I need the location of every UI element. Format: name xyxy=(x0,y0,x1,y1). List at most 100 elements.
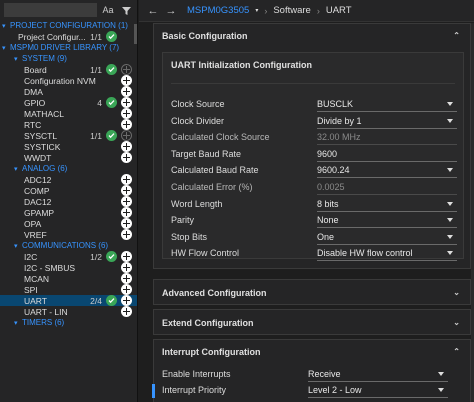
sidebar-item-gpamp[interactable]: GPAMP xyxy=(0,207,137,218)
advanced-config-panel[interactable]: Advanced Configuration ⌄ xyxy=(153,279,471,305)
add-icon[interactable] xyxy=(121,130,132,141)
dropdown-arrow-icon[interactable] xyxy=(447,201,453,206)
dropdown-arrow-icon[interactable] xyxy=(447,218,453,223)
add-icon[interactable] xyxy=(121,185,132,196)
sidebar-item-project-configur[interactable]: Project Configur... 1/1 xyxy=(0,31,137,42)
field-select[interactable]: 9600.24 xyxy=(317,163,457,179)
sidebar-item-gpio[interactable]: GPIO 4 xyxy=(0,97,137,108)
advanced-config-header[interactable]: Advanced Configuration ⌄ xyxy=(154,280,470,306)
add-icon[interactable] xyxy=(121,174,132,185)
chevron-down-icon[interactable]: ▾ xyxy=(2,21,10,31)
sidebar-item-vref[interactable]: VREF xyxy=(0,229,137,240)
chevron-down-icon[interactable]: ⌄ xyxy=(453,280,460,306)
breadcrumb-software[interactable]: Software xyxy=(273,5,311,16)
sidebar-item-spi[interactable]: SPI xyxy=(0,284,137,295)
sidebar-item-systick[interactable]: SYSTICK xyxy=(0,141,137,152)
field-clock-source: Clock Source BUSCLK xyxy=(171,97,461,113)
group-header-timers-6[interactable]: ▾ TIMERS (6) xyxy=(0,317,137,328)
dropdown-arrow-icon[interactable] xyxy=(447,168,453,173)
dropdown-arrow-icon[interactable] xyxy=(447,118,453,123)
sidebar-toolbar: Aa xyxy=(0,0,137,20)
field-select[interactable]: Disable HW flow control xyxy=(317,246,457,262)
sidebar-item-comp[interactable]: COMP xyxy=(0,185,137,196)
sidebar-search-input[interactable] xyxy=(4,3,97,17)
add-icon[interactable] xyxy=(121,207,132,218)
sidebar-item-dma[interactable]: DMA xyxy=(0,86,137,97)
back-arrow-icon[interactable]: ← xyxy=(147,5,159,17)
add-icon[interactable] xyxy=(121,273,132,284)
add-icon[interactable] xyxy=(121,86,132,97)
field-select[interactable]: BUSCLK xyxy=(317,97,457,112)
filter-icon[interactable] xyxy=(119,6,133,15)
add-icon[interactable] xyxy=(121,306,132,317)
chevron-up-icon[interactable]: ⌃ xyxy=(453,340,460,364)
dropdown-arrow-icon[interactable] xyxy=(438,388,444,392)
sidebar-item-sysctl[interactable]: SYSCTL 1/1 xyxy=(0,130,137,141)
forward-arrow-icon[interactable]: → xyxy=(165,5,177,17)
add-icon[interactable] xyxy=(121,284,132,295)
group-header-communications-6[interactable]: ▾ COMMUNICATIONS (6) xyxy=(0,240,137,251)
sidebar-item-label: MCAN xyxy=(24,273,50,284)
basic-config-header[interactable]: Basic Configuration ⌃ xyxy=(154,24,470,48)
project-config-header[interactable]: ▾ PROJECT CONFIGURATION (1) xyxy=(0,20,137,31)
sidebar-item-dac12[interactable]: DAC12 xyxy=(0,196,137,207)
extend-config-panel[interactable]: Extend Configuration ⌄ xyxy=(153,309,471,335)
dropdown-arrow-icon[interactable] xyxy=(447,234,453,239)
group-header-timers-6-label: TIMERS (6) xyxy=(22,318,65,327)
dropdown-arrow-icon[interactable] xyxy=(447,102,453,106)
sidebar-item-board[interactable]: Board 1/1 xyxy=(0,64,137,75)
chevron-down-icon[interactable]: ▾ xyxy=(14,164,22,174)
chevron-down-icon[interactable]: ▾ xyxy=(14,241,22,251)
dropdown-arrow-icon[interactable] xyxy=(447,251,453,256)
font-toggle-button[interactable]: Aa xyxy=(101,5,115,15)
interrupt-config-header[interactable]: Interrupt Configuration ⌃ xyxy=(154,340,470,364)
add-icon[interactable] xyxy=(121,152,132,163)
dropdown-arrow-icon[interactable] xyxy=(438,372,444,376)
add-icon[interactable] xyxy=(121,229,132,240)
sidebar: Aa ▾ PROJECT CONFIGURATION (1) Project Con… xyxy=(0,0,138,402)
sidebar-item-mathacl[interactable]: MATHACL xyxy=(0,108,137,119)
add-icon[interactable] xyxy=(121,97,132,108)
sidebar-item-adc12[interactable]: ADC12 xyxy=(0,174,137,185)
field-select[interactable]: 8 bits xyxy=(317,197,457,212)
group-header-analog-6[interactable]: ▾ ANALOG (6) xyxy=(0,163,137,174)
add-icon[interactable] xyxy=(121,295,132,306)
device-name[interactable]: MSPM0G3505 xyxy=(187,5,249,16)
field-select[interactable]: One xyxy=(317,230,457,245)
field-select[interactable]: Divide by 1 xyxy=(317,114,457,129)
sidebar-item-uart[interactable]: UART 2/4 xyxy=(0,295,137,306)
field-select[interactable]: Level 2 - Low xyxy=(308,383,448,398)
chevron-down-icon[interactable]: ⌄ xyxy=(453,310,460,336)
chevron-up-icon[interactable]: ⌃ xyxy=(453,24,460,48)
add-icon[interactable] xyxy=(121,262,132,273)
chevron-down-icon[interactable]: ▾ xyxy=(14,54,22,64)
add-icon[interactable] xyxy=(121,251,132,262)
sidebar-item-i2c-smbus[interactable]: I2C - SMBUS xyxy=(0,262,137,273)
chevron-down-icon[interactable]: ▾ xyxy=(2,43,10,53)
sidebar-item-opa[interactable]: OPA xyxy=(0,218,137,229)
sidebar-item-mcan[interactable]: MCAN xyxy=(0,273,137,284)
breadcrumb-uart[interactable]: UART xyxy=(326,5,352,16)
extend-config-header[interactable]: Extend Configuration ⌄ xyxy=(154,310,470,336)
field-label: Calculated Clock Source xyxy=(171,132,270,143)
field-select[interactable]: None xyxy=(317,213,457,229)
device-dropdown-icon[interactable]: ▾ xyxy=(255,7,258,14)
sidebar-scrollbar[interactable] xyxy=(134,24,137,44)
add-icon[interactable] xyxy=(121,218,132,229)
sidebar-item-rtc[interactable]: RTC xyxy=(0,119,137,130)
sidebar-item-i2c[interactable]: I2C 1/2 xyxy=(0,251,137,262)
sidebar-item-wwdt[interactable]: WWDT xyxy=(0,152,137,163)
field-select[interactable]: Receive xyxy=(308,367,448,382)
add-icon[interactable] xyxy=(121,75,132,86)
driver-library-header[interactable]: ▾ MSPM0 DRIVER LIBRARY (7) xyxy=(0,42,137,53)
add-icon[interactable] xyxy=(121,196,132,207)
sidebar-item-configuration-nvm[interactable]: Configuration NVM xyxy=(0,75,137,86)
chevron-down-icon[interactable]: ▾ xyxy=(14,318,22,328)
add-icon[interactable] xyxy=(121,108,132,119)
field-input[interactable]: 9600 xyxy=(317,147,457,162)
add-icon[interactable] xyxy=(121,64,132,75)
add-icon[interactable] xyxy=(121,119,132,130)
add-icon[interactable] xyxy=(121,141,132,152)
group-header-system-9[interactable]: ▾ SYSTEM (9) xyxy=(0,53,137,64)
sidebar-item-uart-lin[interactable]: UART - LIN xyxy=(0,306,137,317)
